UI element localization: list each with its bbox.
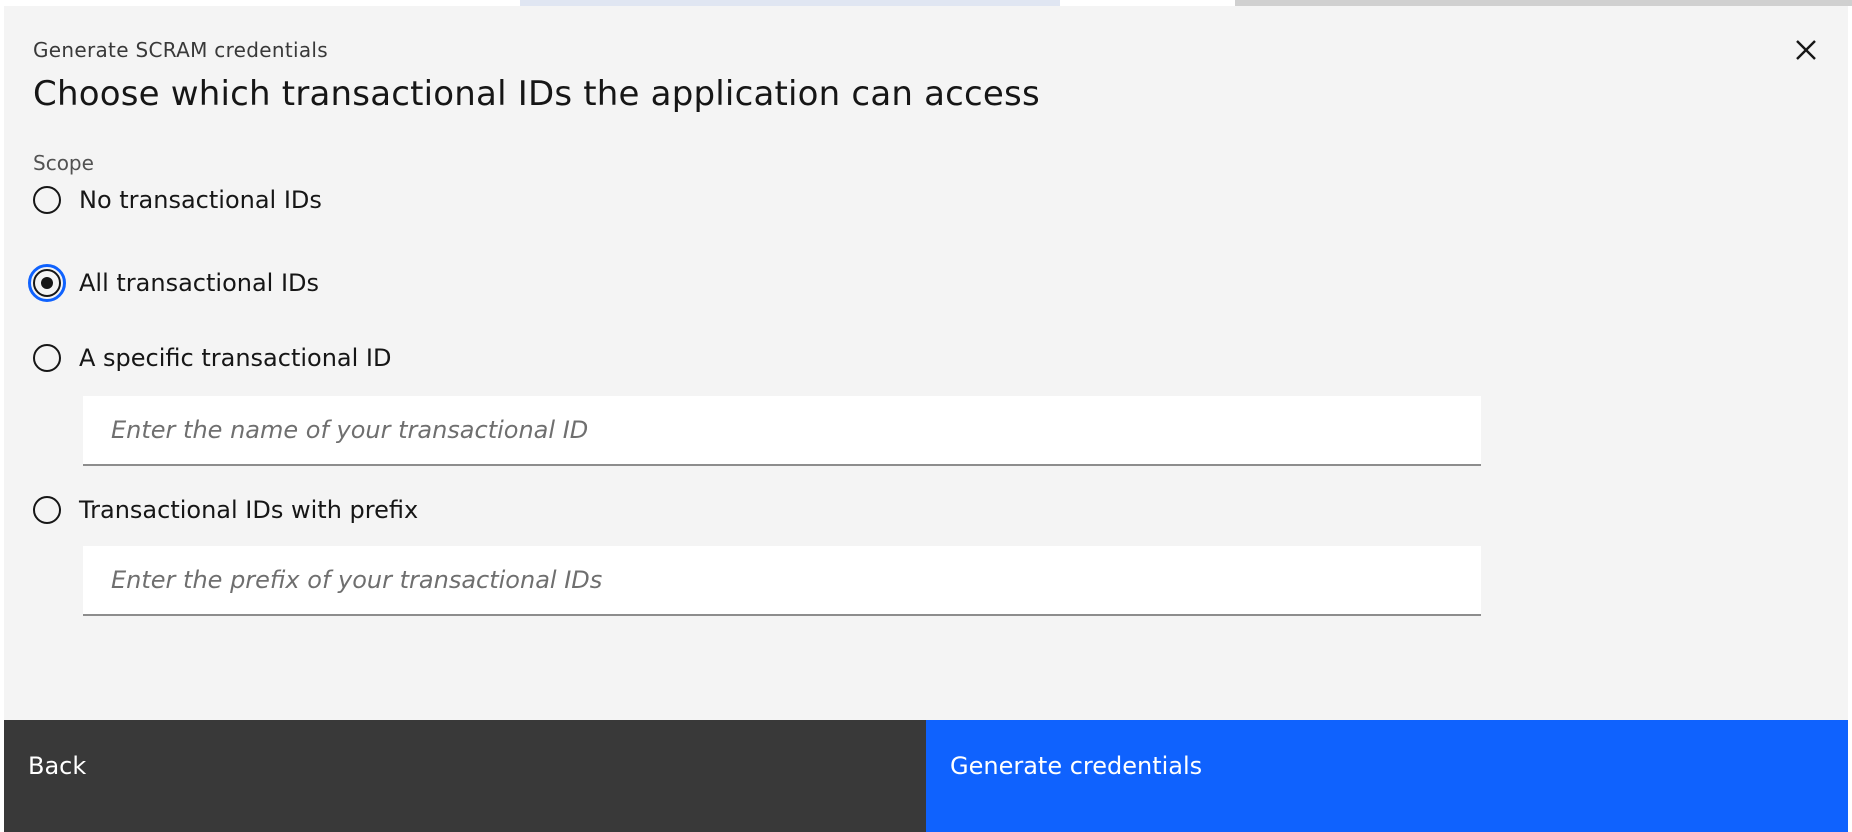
modal-title: Choose which transactional IDs the appli…: [33, 74, 1040, 114]
radio-label: No transactional IDs: [79, 186, 322, 214]
radio-no-transactional-ids[interactable]: No transactional IDs: [33, 186, 322, 214]
modal-footer: Back Generate credentials: [4, 720, 1848, 832]
radio-all-transactional-ids[interactable]: All transactional IDs: [28, 264, 320, 302]
radio-specific-transactional-id[interactable]: A specific transactional ID: [33, 344, 392, 372]
back-button[interactable]: Back: [4, 720, 926, 832]
radio-label: All transactional IDs: [79, 269, 320, 297]
radio-label: A specific transactional ID: [79, 344, 392, 372]
radio-focus-ring: [28, 264, 66, 302]
radio-button[interactable]: [33, 186, 61, 214]
radio-button[interactable]: [33, 344, 61, 372]
radio-transactional-ids-prefix[interactable]: Transactional IDs with prefix: [33, 496, 418, 524]
scope-label: Scope: [33, 151, 94, 175]
generate-credentials-modal: Generate SCRAM credentials Choose which …: [4, 6, 1848, 832]
transactional-id-input[interactable]: [83, 396, 1481, 466]
transactional-id-prefix-input[interactable]: [83, 546, 1481, 616]
radio-label: Transactional IDs with prefix: [79, 496, 419, 524]
modal-label: Generate SCRAM credentials: [33, 38, 328, 62]
radio-button[interactable]: [33, 496, 61, 524]
radio-button[interactable]: [33, 269, 61, 297]
close-icon: [1795, 39, 1817, 65]
close-button[interactable]: [1786, 32, 1826, 72]
generate-credentials-button[interactable]: Generate credentials: [926, 720, 1848, 832]
